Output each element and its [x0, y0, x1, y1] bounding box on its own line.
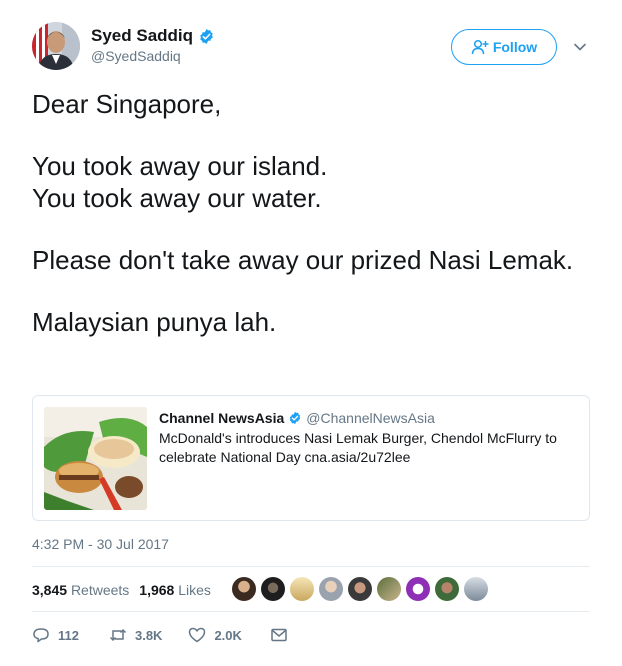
liker-avatar[interactable] — [435, 577, 459, 601]
author-name-row[interactable]: Syed Saddiq — [91, 26, 215, 46]
chevron-down-icon[interactable] — [573, 40, 587, 54]
verified-badge-icon — [290, 411, 301, 425]
tweet-line: Malaysian punya lah. — [32, 307, 277, 337]
retweets-label: Retweets — [70, 582, 130, 598]
quoted-author-handle: @ChannelNewsAsia — [306, 410, 435, 426]
retweets-count: 3,845 — [32, 582, 68, 598]
reply-count: 112 — [58, 627, 79, 643]
like-icon — [189, 627, 206, 643]
liker-avatar[interactable] — [377, 577, 401, 601]
tweet-actions: 112 3.8K 2.0K — [32, 626, 288, 644]
tweet-timestamp[interactable]: 4:32 PM - 30 Jul 2017 — [32, 536, 169, 552]
like-count: 2.0K — [214, 627, 242, 643]
quoted-tweet-card[interactable]: Channel NewsAsia @ChannelNewsAsia McDona… — [32, 395, 590, 521]
liker-avatar[interactable] — [232, 577, 256, 601]
follow-button-label: Follow — [492, 39, 538, 55]
tweet-line: You took away our island. — [32, 151, 328, 181]
follow-button[interactable]: Follow — [451, 29, 557, 65]
author-display-name[interactable]: Syed Saddiq — [91, 26, 193, 46]
liker-avatar[interactable] — [348, 577, 372, 601]
likes-count: 1,968 — [139, 582, 175, 598]
quoted-tweet-header: Channel NewsAsia @ChannelNewsAsia — [159, 410, 435, 426]
retweets-stat[interactable]: 3,845 Retweets — [32, 582, 129, 598]
likes-stat[interactable]: 1,968 Likes — [139, 582, 211, 598]
liker-avatar[interactable] — [464, 577, 488, 601]
liker-avatar[interactable] — [261, 577, 285, 601]
tweet: Syed Saddiq @SyedSaddiq Follow Dear Sing… — [0, 0, 622, 666]
divider — [32, 611, 590, 612]
direct-message-button[interactable] — [270, 626, 288, 644]
tweet-stats: 3,845 Retweets 1,968 Likes — [32, 582, 221, 598]
tweet-text: Dear Singapore, You took away our island… — [32, 88, 592, 338]
author-avatar[interactable] — [32, 22, 80, 70]
tweet-line: Dear Singapore, — [32, 89, 222, 119]
liker-avatar[interactable] — [290, 577, 314, 601]
liker-avatar[interactable] — [406, 577, 430, 601]
author-handle[interactable]: @SyedSaddiq — [91, 48, 181, 64]
likes-label: Likes — [178, 582, 211, 598]
quoted-tweet-text: McDonald's introduces Nasi Lemak Burger,… — [159, 430, 557, 465]
retweet-icon — [109, 628, 127, 642]
verified-badge-icon — [200, 28, 213, 44]
like-button[interactable]: 2.0K — [188, 626, 242, 644]
reply-icon — [33, 628, 49, 643]
quoted-author-name: Channel NewsAsia — [159, 410, 285, 426]
retweet-count: 3.8K — [134, 627, 163, 643]
quoted-tweet-thumbnail — [44, 407, 147, 510]
tweet-line: You took away our water. — [32, 183, 322, 213]
liker-avatar[interactable] — [319, 577, 343, 601]
tweet-line: Please don't take away our prized Nasi L… — [32, 245, 574, 275]
retweet-button[interactable]: 3.8K — [109, 626, 162, 644]
divider — [32, 566, 590, 567]
follow-person-icon — [471, 39, 489, 55]
direct-message-icon — [271, 628, 287, 642]
likers-avatars — [232, 577, 493, 601]
reply-button[interactable]: 112 — [32, 626, 79, 644]
